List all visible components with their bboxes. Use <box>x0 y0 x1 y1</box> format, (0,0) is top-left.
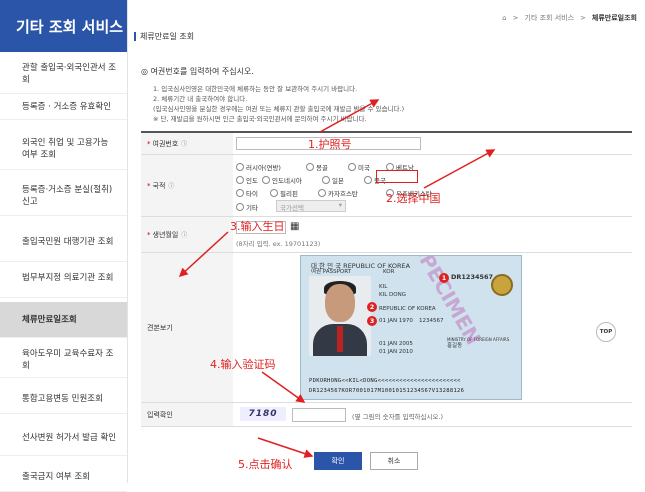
annotation-arrows <box>178 99 496 458</box>
